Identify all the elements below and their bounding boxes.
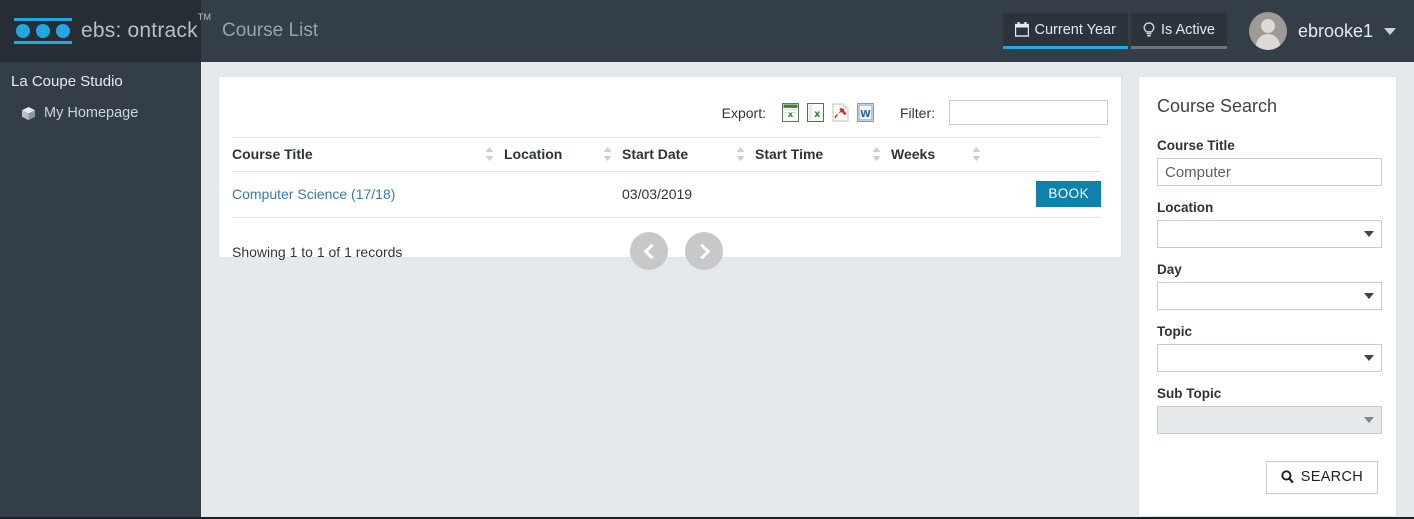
context-toggle-group: Current Year Is Active bbox=[1002, 13, 1227, 49]
search-button-row: SEARCH bbox=[1157, 461, 1378, 494]
current-year-label: Current Year bbox=[1034, 21, 1116, 38]
svg-text:x: x bbox=[788, 110, 794, 120]
field-location: Location bbox=[1157, 200, 1382, 248]
brand-name-text: ebs: ontrack bbox=[81, 19, 198, 42]
export-label: Export: bbox=[721, 104, 766, 121]
chevron-down-icon bbox=[1364, 293, 1374, 299]
field-label: Course Title bbox=[1157, 138, 1235, 153]
cell-weeks bbox=[891, 171, 991, 218]
field-day: Day bbox=[1157, 262, 1382, 310]
column-label: Location bbox=[504, 146, 563, 162]
sort-icon bbox=[485, 147, 494, 161]
export-pdf-icon[interactable] bbox=[832, 103, 849, 122]
search-button[interactable]: SEARCH bbox=[1265, 461, 1378, 494]
course-title-link[interactable]: Computer Science (17/18) bbox=[232, 186, 395, 202]
sort-icon bbox=[972, 147, 981, 161]
is-active-label: Is Active bbox=[1160, 21, 1215, 38]
chevron-down-icon bbox=[1364, 355, 1374, 361]
magnifier-icon bbox=[1281, 470, 1294, 484]
user-name[interactable]: ebrooke1 bbox=[1298, 21, 1373, 42]
pagination bbox=[630, 232, 723, 270]
column-label: Weeks bbox=[891, 146, 936, 162]
app-root: ebs: ontrackTM Course List Current Year bbox=[0, 0, 1414, 519]
sidebar-item-my-homepage[interactable]: My Homepage bbox=[0, 90, 201, 121]
export-word-icon[interactable]: W bbox=[857, 103, 874, 122]
chevron-down-icon bbox=[1364, 417, 1374, 423]
search-button-label: SEARCH bbox=[1300, 469, 1363, 485]
cell-course-title: Computer Science (17/18) bbox=[232, 171, 504, 218]
main-content: Export: x x W Filter: Course Title Locat… bbox=[201, 62, 1414, 517]
chevron-right-icon bbox=[694, 243, 710, 259]
sidebar-title: La Coupe Studio bbox=[11, 73, 123, 90]
sidebar-item-label: My Homepage bbox=[44, 105, 139, 121]
column-label: Start Time bbox=[755, 146, 824, 162]
current-year-button[interactable]: Current Year bbox=[1002, 13, 1128, 49]
trademark-mark: TM bbox=[197, 12, 212, 22]
column-header-course-title[interactable]: Course Title bbox=[232, 137, 504, 172]
course-list-card: Export: x x W Filter: Course Title Locat… bbox=[218, 76, 1122, 270]
lightbulb-icon bbox=[1143, 21, 1155, 36]
next-page-button[interactable] bbox=[685, 232, 723, 270]
cube-icon bbox=[21, 106, 36, 120]
table-footer: Showing 1 to 1 of 1 records bbox=[232, 232, 1108, 270]
field-label: Sub Topic bbox=[1157, 386, 1222, 401]
column-label: Start Date bbox=[622, 146, 689, 162]
course-table: Course Title Location Start Date Start T… bbox=[232, 137, 1101, 218]
field-label: Topic bbox=[1157, 324, 1192, 339]
export-xml-icon[interactable]: x bbox=[782, 103, 799, 122]
field-label: Location bbox=[1157, 200, 1214, 215]
course-title-input[interactable] bbox=[1157, 158, 1382, 186]
cell-action: BOOK bbox=[991, 171, 1101, 218]
column-header-location[interactable]: Location bbox=[504, 137, 622, 172]
svg-text:x: x bbox=[814, 109, 820, 120]
location-select[interactable] bbox=[1157, 220, 1382, 248]
top-bar-right: Current Year Is Active ebrooke1 bbox=[1002, 0, 1414, 62]
brand-logo[interactable]: ebs: ontrackTM bbox=[0, 0, 211, 62]
column-header-action bbox=[991, 137, 1101, 172]
filter-label: Filter: bbox=[900, 104, 935, 121]
sidebar: La Coupe Studio My Homepage bbox=[0, 62, 201, 517]
column-header-start-date[interactable]: Start Date bbox=[622, 137, 755, 172]
course-search-panel: Course Search Course Title Location Day bbox=[1138, 76, 1397, 517]
brand-name: ebs: ontrackTM bbox=[81, 12, 211, 43]
field-course-title: Course Title bbox=[1157, 138, 1382, 186]
cell-location bbox=[504, 171, 622, 218]
calendar-icon bbox=[1014, 22, 1029, 37]
export-icon-group: x x W bbox=[782, 103, 874, 122]
avatar[interactable] bbox=[1248, 12, 1287, 50]
logo-mark-icon bbox=[14, 18, 72, 44]
records-count: Showing 1 to 1 of 1 records bbox=[232, 244, 403, 260]
table-row: Computer Science (17/18) 03/03/2019 BOOK bbox=[232, 171, 1101, 218]
field-sub-topic: Sub Topic bbox=[1157, 386, 1382, 434]
sort-icon bbox=[872, 147, 881, 161]
topic-select[interactable] bbox=[1157, 344, 1382, 372]
field-label: Day bbox=[1157, 262, 1182, 277]
column-header-weeks[interactable]: Weeks bbox=[891, 137, 991, 172]
is-active-button[interactable]: Is Active bbox=[1130, 13, 1227, 49]
page-title: Course List bbox=[222, 20, 319, 41]
top-bar: ebs: ontrackTM Course List Current Year bbox=[0, 0, 1414, 62]
sort-icon bbox=[736, 147, 745, 161]
book-button[interactable]: BOOK bbox=[1036, 181, 1101, 207]
svg-text:W: W bbox=[860, 109, 871, 120]
cell-start-date: 03/03/2019 bbox=[622, 171, 755, 218]
export-excel-icon[interactable]: x bbox=[807, 103, 824, 122]
table-toolbar: Export: x x W Filter: bbox=[219, 77, 1121, 125]
chevron-left-icon bbox=[643, 243, 659, 259]
sort-icon bbox=[603, 147, 612, 161]
search-panel-title: Course Search bbox=[1157, 96, 1278, 116]
column-header-start-time[interactable]: Start Time bbox=[755, 137, 891, 172]
table-header: Course Title Location Start Date Start T… bbox=[232, 137, 1101, 172]
cell-start-time bbox=[755, 171, 891, 218]
column-label: Course Title bbox=[232, 146, 313, 162]
day-select[interactable] bbox=[1157, 282, 1382, 310]
table-body: Computer Science (17/18) 03/03/2019 BOOK bbox=[232, 171, 1101, 218]
chevron-down-icon[interactable] bbox=[1384, 27, 1396, 35]
sub-topic-select bbox=[1157, 406, 1382, 434]
previous-page-button[interactable] bbox=[630, 232, 668, 270]
chevron-down-icon bbox=[1364, 231, 1374, 237]
filter-input[interactable] bbox=[949, 100, 1108, 125]
field-topic: Topic bbox=[1157, 324, 1382, 372]
table-header-row: Course Title Location Start Date Start T… bbox=[232, 137, 1101, 172]
